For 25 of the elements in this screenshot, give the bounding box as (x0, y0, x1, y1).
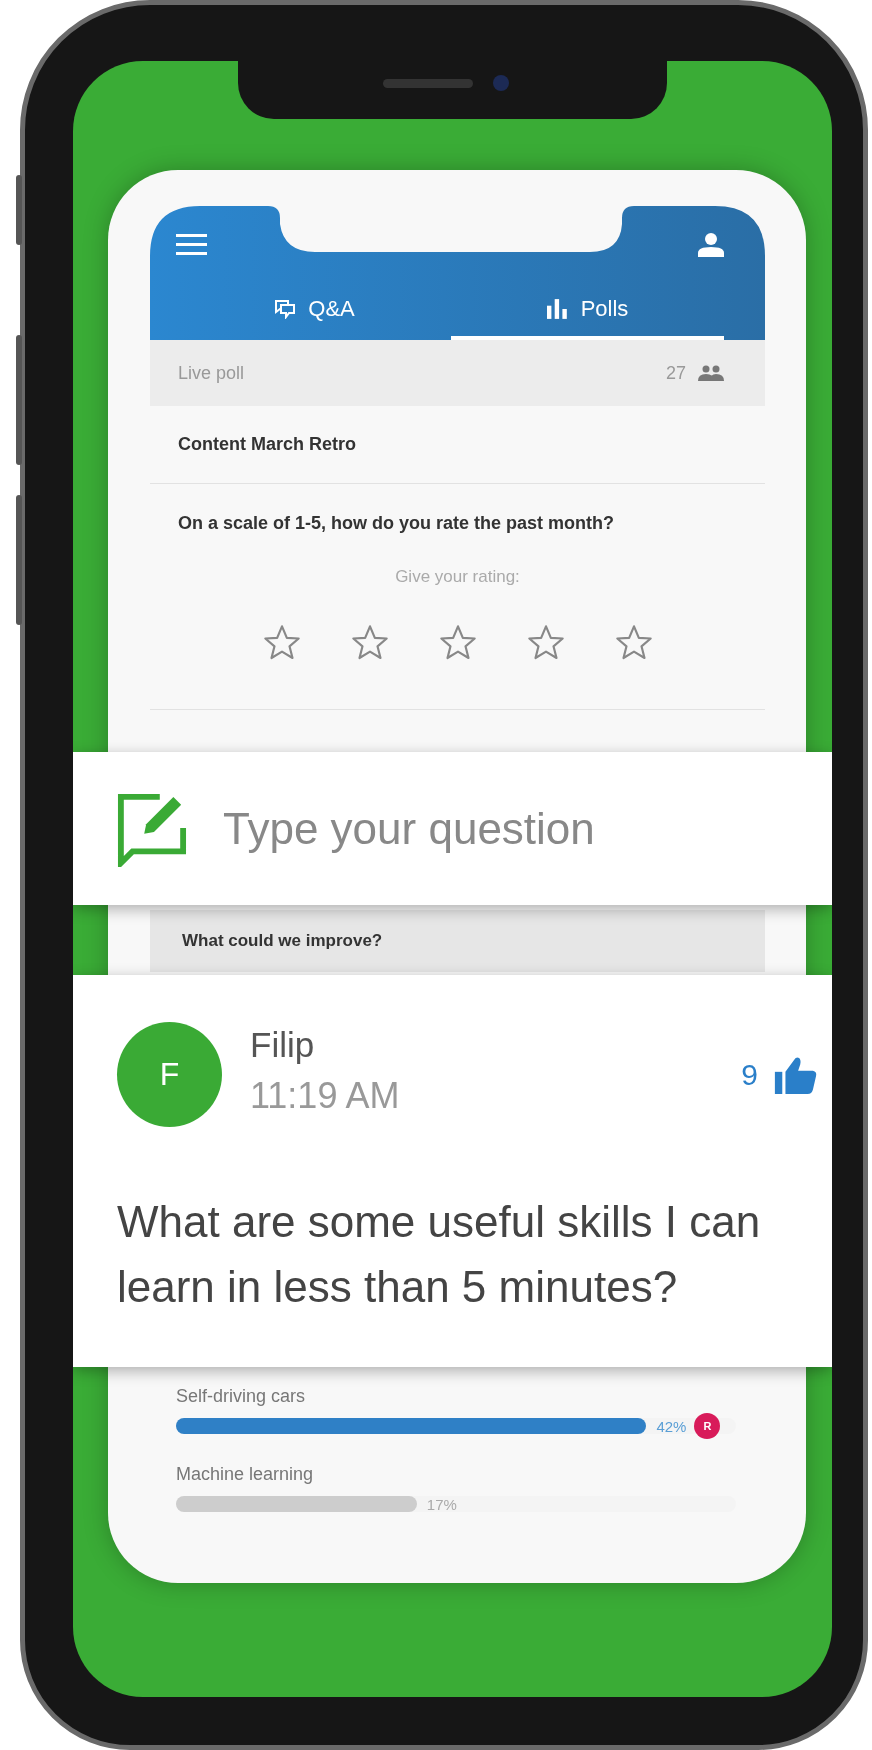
rating-prompt: Give your rating: (394, 567, 521, 587)
poll-question: On a scale of 1-5, how do you rate the past month? (177, 513, 616, 534)
post-time: 11:19 AM (250, 1074, 400, 1117)
like-count: 9 (741, 1057, 758, 1092)
poll-status: Live poll (178, 362, 246, 384)
poll-title: Content March Retro (178, 434, 356, 455)
option-label: Machine learning (176, 1463, 315, 1486)
chat-icon (274, 299, 297, 319)
voter-avatar: R (694, 1413, 721, 1439)
menu-icon[interactable] (176, 234, 207, 256)
option-label: Self-driving cars (176, 1385, 307, 1408)
thumbs-up-icon[interactable] (774, 1055, 818, 1094)
camera-lens (493, 75, 509, 91)
option-percent: 42% (656, 1417, 687, 1435)
profile-icon[interactable] (698, 233, 724, 257)
question-text: What are some useful skills I can learn in less than 5 minutes? (117, 1196, 762, 1313)
people-icon (698, 365, 724, 381)
next-question: What could we improve? (182, 931, 383, 951)
question-input[interactable]: Type your question (223, 803, 663, 854)
user-avatar: F (117, 1022, 222, 1127)
option-percent: 17% (426, 1495, 457, 1513)
tab[interactable]: Q&A (178, 282, 451, 340)
participant-count: 27 (665, 362, 686, 384)
author-name: Filip (250, 1024, 315, 1065)
bar-chart-icon (546, 299, 569, 319)
